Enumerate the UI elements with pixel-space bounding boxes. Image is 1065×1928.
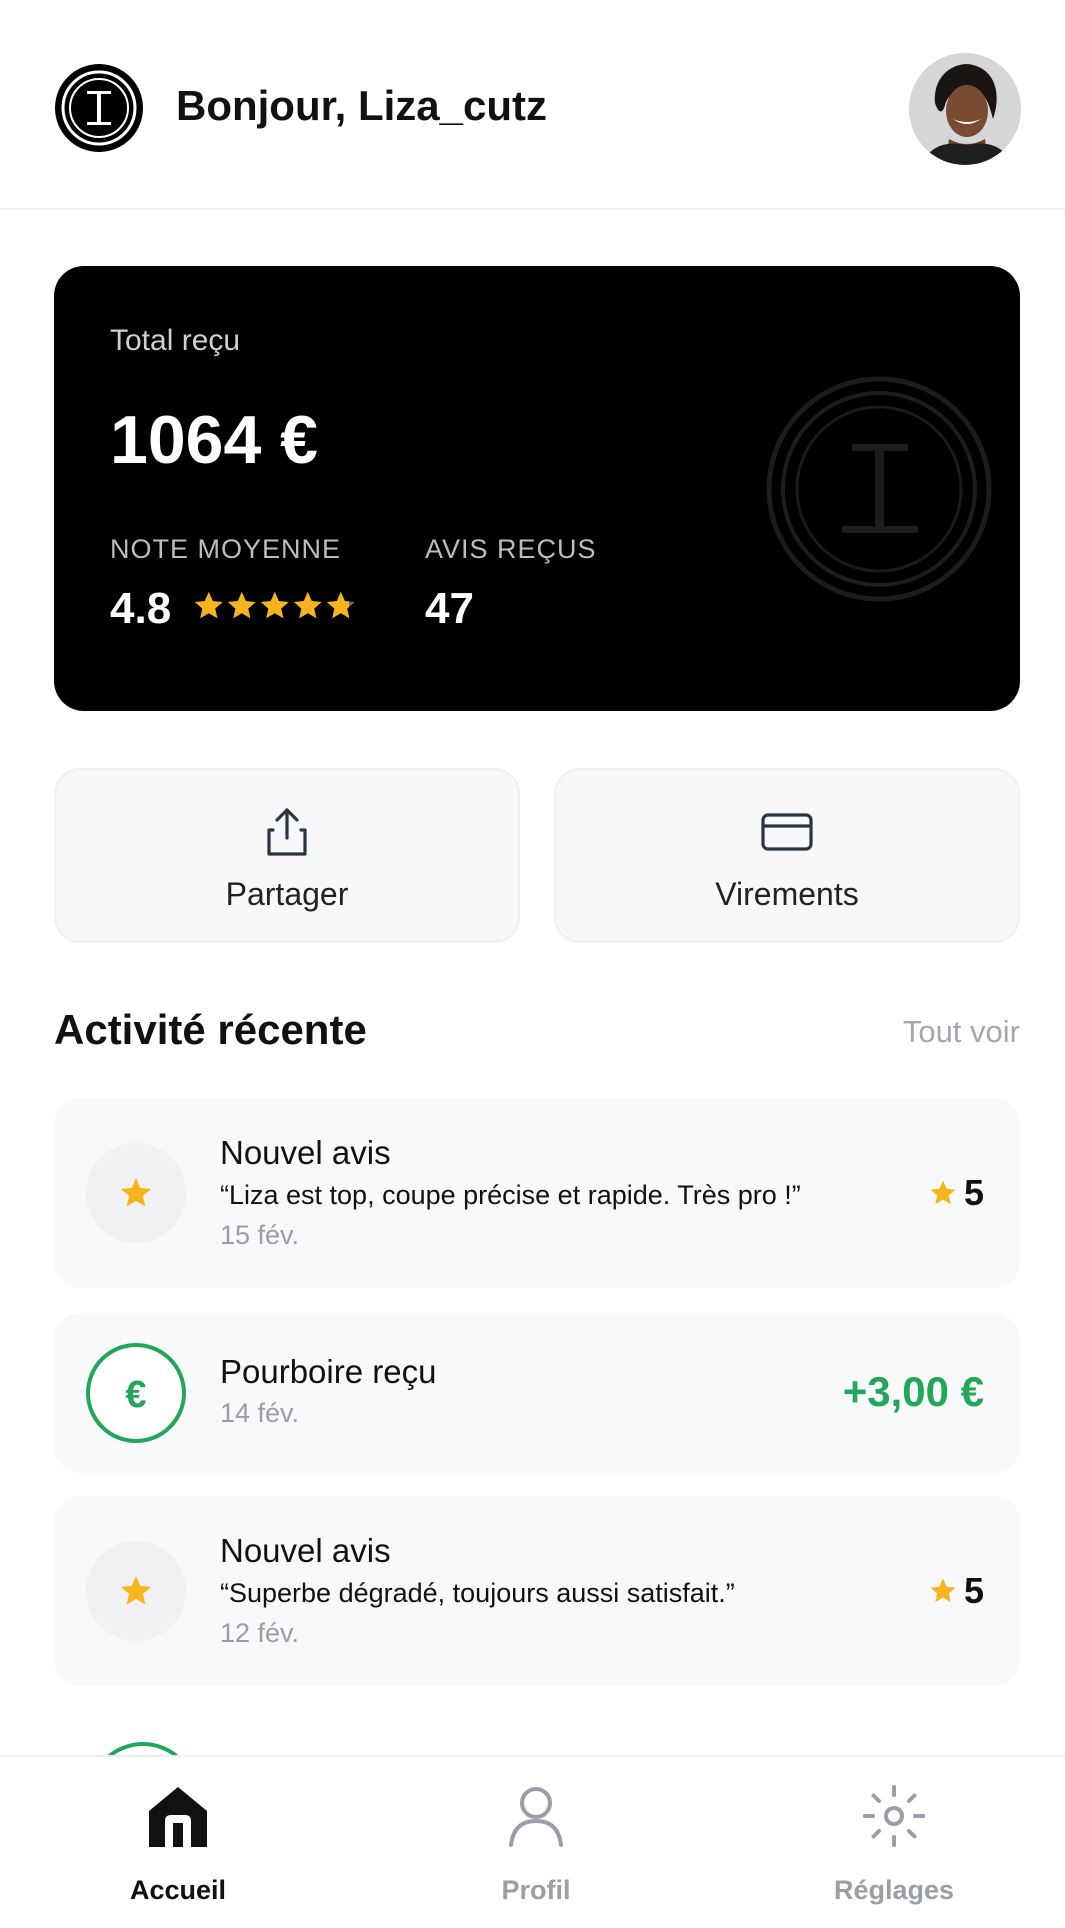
rating-value: 4.8 bbox=[110, 584, 172, 633]
activity-rating: 5 bbox=[928, 1570, 984, 1612]
nav-item-profile[interactable]: Profil bbox=[426, 1757, 646, 1928]
star-icon-badge bbox=[86, 1541, 186, 1641]
activity-item-tip[interactable]: € Pourboire reçu 14 fév. +3,00 € bbox=[54, 1313, 1020, 1473]
rating-star bbox=[227, 591, 256, 619]
euro-glyph: € bbox=[125, 1374, 147, 1416]
total-amount: 1064 € bbox=[110, 402, 318, 478]
activity-title: Nouvel avis bbox=[220, 1532, 391, 1569]
balance-card: Total reçu 1064 € NOTE MOYENNE 4.8 AVIS … bbox=[54, 266, 1020, 711]
nav-item-settings[interactable]: Réglages bbox=[784, 1757, 1004, 1928]
activity-date: 14 fév. bbox=[220, 1398, 300, 1428]
euro-icon: € bbox=[86, 1343, 186, 1443]
logo-watermark-icon bbox=[766, 376, 992, 602]
star-icon bbox=[121, 1178, 151, 1207]
rating-star bbox=[260, 591, 289, 619]
user-avatar[interactable] bbox=[909, 53, 1021, 165]
activity-title: Pourboire reçu bbox=[220, 1353, 437, 1390]
tip-amount: +3,00 € bbox=[842, 1368, 984, 1415]
nav-label-settings: Réglages bbox=[833, 1875, 955, 1905]
recent-activity-title: Activité récente bbox=[54, 1006, 367, 1053]
rating-star bbox=[293, 591, 322, 619]
barber-logo-icon bbox=[54, 63, 144, 153]
rating-star bbox=[194, 591, 223, 619]
nav-label-profile: Profil bbox=[501, 1875, 571, 1905]
rating-stars bbox=[192, 588, 362, 624]
see-all-link[interactable]: Tout voir bbox=[903, 1014, 1020, 1050]
bottom-nav: Accueil Profil Réglages bbox=[0, 1755, 1065, 1928]
rating-number: 5 bbox=[963, 1570, 984, 1611]
transfers-label: Virements bbox=[715, 876, 859, 912]
star-icon-badge bbox=[86, 1143, 186, 1243]
nav-label-home: Accueil bbox=[129, 1875, 227, 1905]
total-label: Total reçu bbox=[110, 324, 241, 357]
activity-quote: “Liza est top, coupe précise et rapide. … bbox=[220, 1180, 801, 1210]
activity-item-review[interactable]: Nouvel avis “Liza est top, coupe précise… bbox=[54, 1098, 1020, 1288]
share-label: Partager bbox=[225, 876, 349, 912]
activity-date: 15 fév. bbox=[220, 1220, 300, 1250]
home-icon bbox=[143, 1781, 213, 1851]
share-button[interactable]: Partager bbox=[54, 768, 520, 943]
activity-item-review[interactable]: Nouvel avis “Superbe dégradé, toujours a… bbox=[54, 1496, 1020, 1686]
star-icon bbox=[930, 1578, 956, 1603]
greeting-title: Bonjour, Liza_cutz bbox=[176, 82, 548, 129]
activity-rating: 5 bbox=[928, 1172, 984, 1214]
rating-number: 5 bbox=[963, 1172, 984, 1213]
reviews-value: 47 bbox=[425, 584, 474, 633]
reviews-label: AVIS REÇUS bbox=[425, 534, 597, 564]
share-icon bbox=[259, 804, 315, 860]
rating-star bbox=[326, 591, 355, 619]
rating-label: NOTE MOYENNE bbox=[110, 534, 342, 564]
profile-icon bbox=[501, 1781, 571, 1851]
star-icon bbox=[930, 1180, 956, 1205]
star-icon bbox=[121, 1576, 151, 1605]
transfers-button[interactable]: Virements bbox=[554, 768, 1020, 943]
credit-card-icon bbox=[759, 804, 815, 860]
activity-title: Nouvel avis bbox=[220, 1134, 391, 1171]
app-header: Bonjour, Liza_cutz bbox=[0, 0, 1065, 210]
activity-date: 12 fév. bbox=[220, 1618, 300, 1648]
activity-quote: “Superbe dégradé, toujours aussi satisfa… bbox=[220, 1578, 735, 1608]
settings-icon bbox=[859, 1781, 929, 1851]
nav-item-home[interactable]: Accueil bbox=[68, 1757, 288, 1928]
